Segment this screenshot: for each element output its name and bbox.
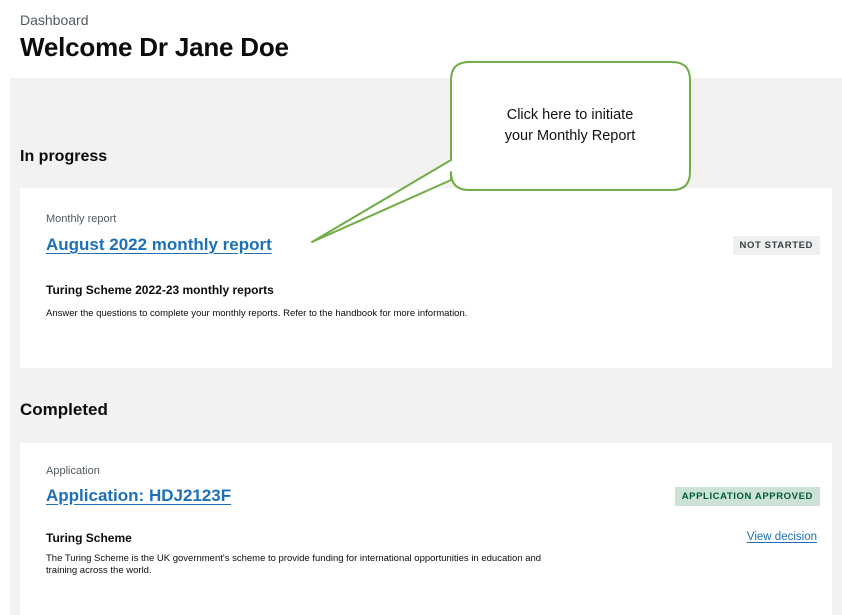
dashboard-page: Dashboard Welcome Dr Jane Doe In progres…: [0, 0, 842, 615]
status-badge-approved: APPLICATION APPROVED: [674, 487, 820, 506]
status-badge-not-started: NOT STARTED: [732, 236, 820, 255]
callout-text: Click here to initiate your Monthly Repo…: [450, 105, 690, 147]
card-subheading: Turing Scheme 2022-23 monthly reports: [46, 283, 274, 297]
view-decision-link[interactable]: View decision: [747, 531, 817, 543]
callout-line-2: your Monthly Report: [504, 128, 636, 144]
card-description: Answer the questions to complete your mo…: [46, 308, 468, 319]
main-panel: In progress Monthly report August 2022 m…: [10, 78, 842, 615]
monthly-report-link[interactable]: August 2022 monthly report: [46, 235, 272, 255]
section-heading-completed: Completed: [20, 400, 108, 419]
monthly-report-card: Monthly report August 2022 monthly repor…: [20, 188, 832, 368]
page-title: Welcome Dr Jane Doe: [20, 32, 289, 62]
application-card: Application Application: HDJ2123F APPLIC…: [20, 443, 832, 615]
page-caption: Dashboard: [20, 12, 89, 28]
application-link[interactable]: Application: HDJ2123F: [46, 486, 231, 506]
section-heading-in-progress: In progress: [20, 148, 108, 165]
card-description: The Turing Scheme is the UK government's…: [46, 553, 542, 576]
card-caption: Monthly report: [46, 213, 117, 225]
card-subheading: Turing Scheme: [46, 531, 132, 545]
callout-line-1: Click here to initiate: [506, 107, 634, 123]
card-caption: Application: [46, 465, 100, 477]
